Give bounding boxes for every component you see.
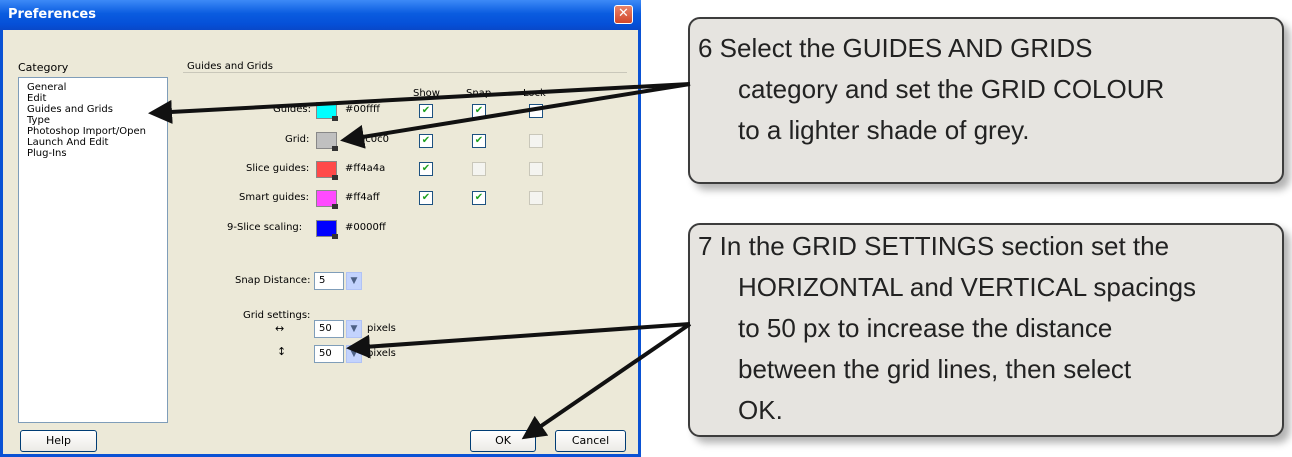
arrow-to-grid-settings — [346, 322, 691, 359]
arrow-to-ok-button — [521, 322, 692, 440]
annotation-arrows — [148, 82, 692, 440]
